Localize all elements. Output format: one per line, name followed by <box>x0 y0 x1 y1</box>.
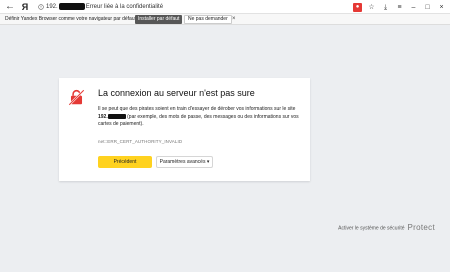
error-description: Il se peut que des pirates soient en tra… <box>98 106 300 129</box>
minimize-icon[interactable]: – <box>409 3 418 12</box>
address-bar[interactable]: 192. Erreur liée à la confidentialité <box>46 0 163 14</box>
error-code: net::ERR_CERT_AUTHORITY_INVALID <box>98 139 183 144</box>
protect-extension-icon[interactable]: ● <box>353 2 362 12</box>
error-title: La connexion au serveur n'est pas sure <box>98 88 255 98</box>
advanced-settings-button[interactable]: Paramètres avancés ▾ <box>156 156 213 168</box>
install-default-button[interactable]: Installer par défaut <box>135 15 183 24</box>
error-site: 192. <box>98 113 108 120</box>
maximize-icon[interactable]: □ <box>423 3 432 12</box>
menu-icon[interactable]: ≡ <box>395 3 404 12</box>
warning-icon <box>38 4 44 10</box>
error-card: La connexion au serveur n'est pas sure I… <box>59 78 310 181</box>
broken-lock-icon <box>68 89 85 106</box>
error-desc-pre: Il se peut que des pirates soient en tra… <box>98 106 296 112</box>
url-status-text: Erreur liée à la confidentialité <box>85 4 164 10</box>
error-desc-post: (par exemple, des mots de passe, des mes… <box>98 113 299 128</box>
default-browser-message: Définir Yandex Browser comme votre navig… <box>5 16 141 22</box>
browser-toolbar: ← Я 192. Erreur liée à la confidentialité… <box>0 0 450 14</box>
yandex-logo-icon[interactable]: Я <box>20 0 30 14</box>
close-icon[interactable]: × <box>437 3 446 12</box>
protect-text: Activer le système de sécurité <box>338 225 405 232</box>
redacted-host <box>58 2 85 10</box>
back-button-primary[interactable]: Précédent <box>98 156 152 168</box>
downloads-icon[interactable]: ⤓ <box>381 3 390 12</box>
protect-link[interactable]: Activer le système de sécurité Protect <box>338 223 435 233</box>
back-button[interactable]: ← <box>5 0 15 14</box>
url-host: 192. <box>46 4 58 10</box>
redacted-site <box>107 113 126 119</box>
dont-ask-button[interactable]: Ne pas demander <box>184 15 232 24</box>
default-browser-bar: Définir Yandex Browser comme votre navig… <box>0 14 450 25</box>
bookmark-icon[interactable]: ☆ <box>367 3 376 12</box>
close-bar-icon[interactable]: × <box>232 14 236 25</box>
protect-brand: Protect <box>407 223 435 232</box>
